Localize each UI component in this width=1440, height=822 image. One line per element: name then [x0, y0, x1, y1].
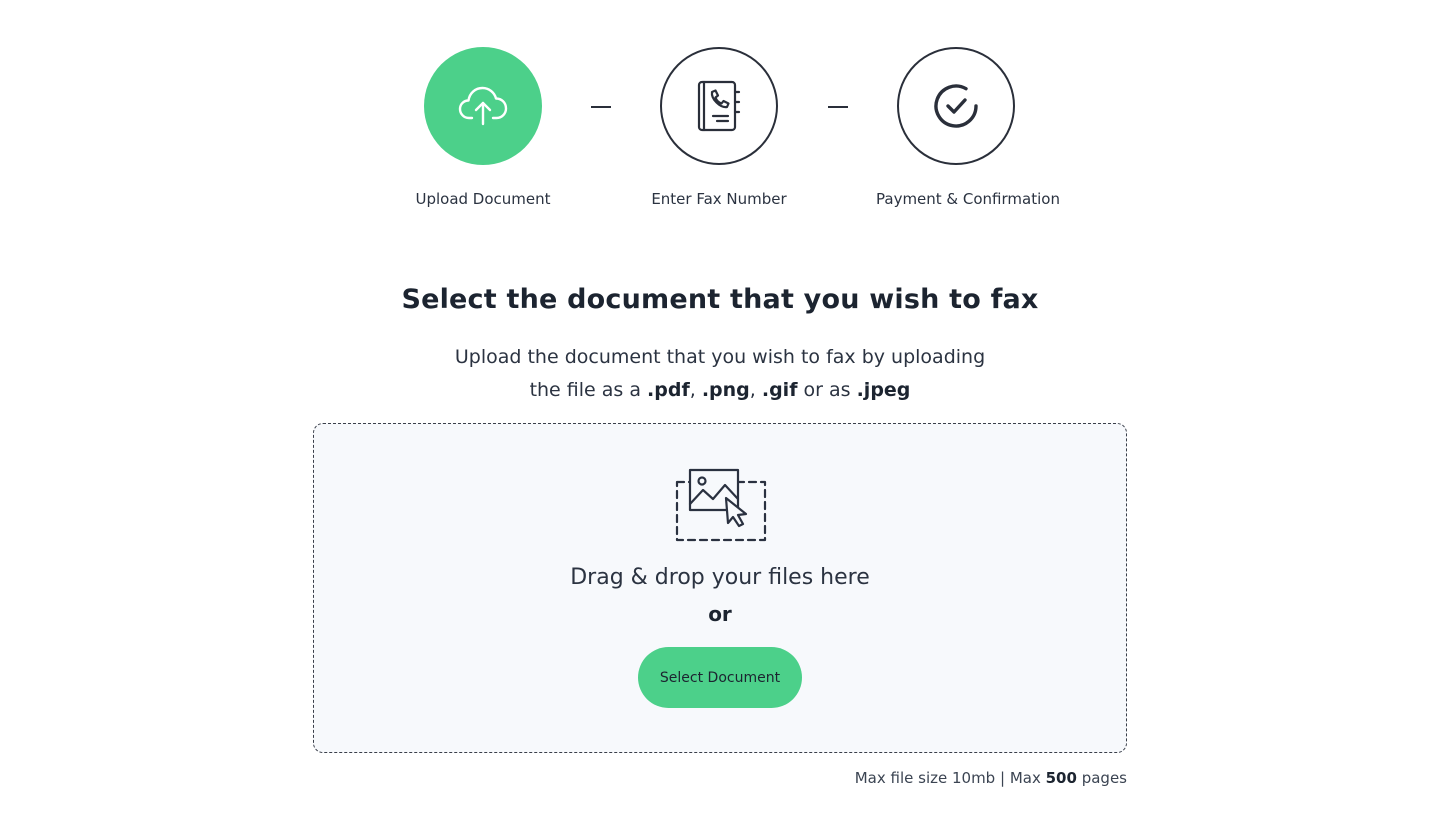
or-divider-text: or: [708, 602, 732, 626]
format-gif: .gif: [761, 379, 798, 401]
step-upload-circle: [424, 47, 542, 165]
page-title: Select the document that you wish to fax: [401, 284, 1039, 315]
max-pages-prefix: Max: [1009, 769, 1041, 787]
subtitle-prefix: the file as a: [529, 379, 641, 401]
step-divider: [828, 106, 848, 108]
select-document-button[interactable]: Select Document: [638, 647, 802, 708]
max-pages-count: 500: [1045, 769, 1077, 787]
step-payment-label: Payment & Confirmation: [876, 190, 1060, 208]
step-fax-circle: [660, 47, 778, 165]
format-png: .png: [701, 379, 750, 401]
page-subtitle: Upload the document that you wish to fax…: [0, 341, 1440, 407]
file-dropzone[interactable]: Drag & drop your files here or Select Do…: [313, 423, 1127, 753]
cloud-upload-icon: [458, 86, 508, 126]
format-separator: ,: [689, 379, 696, 401]
max-size-text: Max file size 10mb: [854, 769, 996, 787]
format-jpeg: .jpeg: [856, 379, 911, 401]
subtitle-line-1: Upload the document that you wish to fax…: [454, 346, 986, 368]
format-separator: ,: [749, 379, 756, 401]
step-pay-circle: [897, 47, 1015, 165]
drag-drop-text: Drag & drop your files here: [570, 565, 870, 590]
step-upload-label: Upload Document: [415, 190, 551, 208]
limits-separator: |: [999, 769, 1006, 787]
image-drop-icon: [675, 468, 767, 542]
fax-upload-page: Upload Document Enter Fax Number Payment…: [0, 0, 1440, 822]
format-pdf: .pdf: [647, 379, 690, 401]
phone-book-icon: [697, 80, 741, 132]
check-circle-icon: [934, 84, 978, 128]
subtitle-or: or as: [803, 379, 851, 401]
step-enter-fax-number: Enter Fax Number: [639, 47, 799, 208]
max-pages-suffix: pages: [1081, 769, 1127, 787]
upload-limits: Max file size 10mb | Max 500 pages: [855, 769, 1127, 787]
step-payment-confirmation: Payment & Confirmation: [876, 47, 1060, 208]
step-divider: [591, 106, 611, 108]
subtitle-line-2: the file as a .pdf, .png, .gif or as .jp…: [0, 374, 1440, 407]
step-upload-document: Upload Document: [403, 47, 563, 208]
step-fax-label: Enter Fax Number: [651, 190, 787, 208]
